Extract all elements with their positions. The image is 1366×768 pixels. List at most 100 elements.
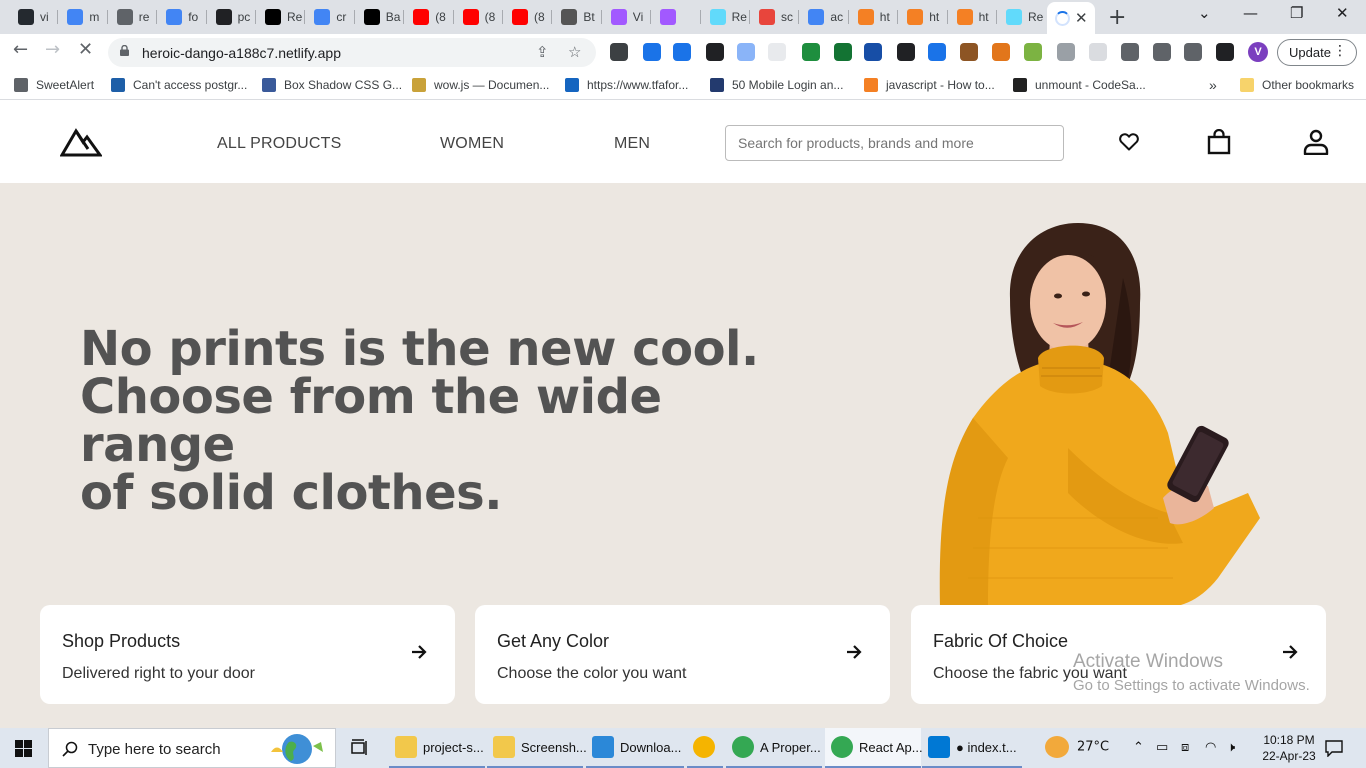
- arrow-right-icon[interactable]: [1282, 644, 1298, 660]
- system-clock[interactable]: 10:18 PM 22-Apr-23: [1254, 732, 1324, 764]
- extension-green-arrow-icon[interactable]: [834, 43, 852, 61]
- new-tab-button[interactable]: +: [1108, 5, 1126, 30]
- wishlist-heart-icon[interactable]: [1117, 129, 1141, 153]
- extensions-puzzle-icon[interactable]: [1153, 43, 1171, 61]
- tab-1[interactable]: m: [58, 4, 107, 30]
- tab-7[interactable]: Ba: [355, 4, 404, 30]
- minimize-button[interactable]: —: [1243, 4, 1258, 22]
- notifications-icon[interactable]: [1325, 739, 1343, 757]
- nav-men[interactable]: MEN: [614, 135, 650, 153]
- extension-react-icon[interactable]: [897, 43, 915, 61]
- task-view-icon[interactable]: [351, 739, 369, 757]
- tab-14[interactable]: Re: [701, 4, 750, 30]
- tab-3[interactable]: fo: [157, 4, 206, 30]
- tab-15[interactable]: sc: [750, 4, 799, 30]
- extension-photo-icon[interactable]: [737, 43, 755, 61]
- side-panel-icon[interactable]: [1216, 43, 1234, 61]
- bookmark-item[interactable]: Can't access postgr...: [111, 76, 247, 94]
- tab-18[interactable]: ht: [898, 4, 947, 30]
- tab-active[interactable]: ✕: [1047, 2, 1095, 34]
- extension-blue-circle-icon[interactable]: [928, 43, 946, 61]
- taskbar-app[interactable]: [687, 728, 723, 768]
- taskbar-app[interactable]: project-s...: [389, 728, 485, 768]
- extension-pen-icon[interactable]: [643, 43, 661, 61]
- product-search-input[interactable]: [725, 125, 1064, 161]
- tab-16[interactable]: ac: [799, 4, 848, 30]
- taskbar-app[interactable]: ● index.t...: [922, 728, 1022, 768]
- show-hidden-icons-chevron[interactable]: ⌃: [1133, 740, 1144, 755]
- bookmark-item[interactable]: wow.js — Documen...: [412, 76, 549, 94]
- extension-us-icon[interactable]: [802, 43, 820, 61]
- maximize-button[interactable]: ❐: [1290, 4, 1303, 22]
- arrow-right-icon[interactable]: [411, 644, 427, 660]
- tab-13[interactable]: [651, 4, 700, 30]
- bookmark-item[interactable]: javascript - How to...: [864, 76, 995, 94]
- nav-women[interactable]: WOMEN: [440, 135, 504, 153]
- extension-vpn-icon[interactable]: [706, 43, 724, 61]
- extension-fox-icon[interactable]: [992, 43, 1010, 61]
- extension-lime-icon[interactable]: [1024, 43, 1042, 61]
- stop-loading-button[interactable]: ✕: [78, 39, 93, 60]
- taskbar-app[interactable]: Screensh...: [487, 728, 587, 768]
- bookmarks-overflow-button[interactable]: »: [1209, 76, 1217, 94]
- extension-badge-icon[interactable]: [1121, 43, 1139, 61]
- arrow-right-icon[interactable]: [846, 644, 862, 660]
- user-account-icon[interactable]: [1303, 129, 1329, 155]
- tab-5[interactable]: Re: [256, 4, 305, 30]
- media-queue-icon[interactable]: [1184, 43, 1202, 61]
- tab-0[interactable]: vi: [9, 4, 58, 30]
- extension-download-icon[interactable]: [673, 43, 691, 61]
- tab-title: (8: [484, 10, 496, 24]
- bookmark-item[interactable]: SweetAlert: [14, 76, 94, 94]
- feature-card-get-any-color[interactable]: Get Any Color Choose the color you want: [475, 605, 890, 704]
- shopping-bag-icon[interactable]: [1207, 129, 1231, 155]
- share-icon[interactable]: ⇪: [536, 43, 549, 61]
- tab-4[interactable]: pc: [207, 4, 256, 30]
- taskbar-app[interactable]: Downloa...: [586, 728, 684, 768]
- nav-all-products[interactable]: ALL PRODUCTS: [217, 135, 342, 153]
- url-text[interactable]: heroic-dango-a188c7.netlify.app: [142, 45, 341, 61]
- tab-10[interactable]: (8: [503, 4, 552, 30]
- weather-widget[interactable]: 27°C: [1045, 736, 1109, 758]
- tab-9[interactable]: (8: [454, 4, 503, 30]
- tab-12[interactable]: Vi: [602, 4, 651, 30]
- tab-17[interactable]: ht: [849, 4, 898, 30]
- extension-c-icon[interactable]: [610, 43, 628, 61]
- close-tab-icon[interactable]: ✕: [1075, 9, 1088, 27]
- taskbar-app[interactable]: React Ap...: [825, 728, 923, 768]
- feature-card-shop-products[interactable]: Shop Products Delivered right to your do…: [40, 605, 455, 704]
- close-window-button[interactable]: ✕: [1336, 4, 1349, 22]
- volume-icon[interactable]: 🕨: [1227, 740, 1235, 755]
- forward-button[interactable]: →: [45, 39, 60, 60]
- bookmark-item[interactable]: 50 Mobile Login an...: [710, 76, 843, 94]
- tab-search-chevron-icon[interactable]: ⌄: [1198, 4, 1211, 22]
- windows-start-icon[interactable]: [15, 740, 32, 757]
- extension-t-icon[interactable]: [1057, 43, 1075, 61]
- menu-dots-icon[interactable]: ⋮: [1333, 43, 1347, 59]
- extension-b-icon[interactable]: [768, 43, 786, 61]
- address-bar[interactable]: heroic-dango-a188c7.netlify.app ⇪ ☆: [108, 38, 596, 67]
- taskbar-search-box[interactable]: Type here to search: [48, 728, 336, 768]
- bookmark-item[interactable]: https://www.tfafor...: [565, 76, 688, 94]
- back-button[interactable]: ←: [13, 39, 28, 60]
- tab-6[interactable]: cr: [305, 4, 354, 30]
- tab-11[interactable]: Bt: [552, 4, 601, 30]
- tab-20[interactable]: Re: [997, 4, 1046, 30]
- bookmark-star-icon[interactable]: ☆: [568, 43, 581, 61]
- tab-2[interactable]: re: [108, 4, 157, 30]
- taskbar-app[interactable]: A Proper...: [726, 728, 822, 768]
- update-button[interactable]: Update ⋮: [1277, 39, 1357, 66]
- extension-blue-download-icon[interactable]: [864, 43, 882, 61]
- mountain-logo-icon[interactable]: [60, 127, 102, 157]
- bookmark-item[interactable]: Box Shadow CSS G...: [262, 76, 402, 94]
- tab-8[interactable]: (8: [404, 4, 453, 30]
- extension-cookie-icon[interactable]: [960, 43, 978, 61]
- extension-record-icon[interactable]: [1089, 43, 1107, 61]
- tab-19[interactable]: ht: [948, 4, 997, 30]
- camera-icon[interactable]: ⧈: [1181, 740, 1189, 755]
- wifi-icon[interactable]: ◠: [1205, 740, 1216, 755]
- bookmark-item[interactable]: unmount - CodeSa...: [1013, 76, 1146, 94]
- profile-avatar[interactable]: V: [1248, 42, 1268, 62]
- battery-icon[interactable]: ▭: [1156, 740, 1168, 755]
- other-bookmarks-folder[interactable]: Other bookmarks: [1240, 76, 1354, 94]
